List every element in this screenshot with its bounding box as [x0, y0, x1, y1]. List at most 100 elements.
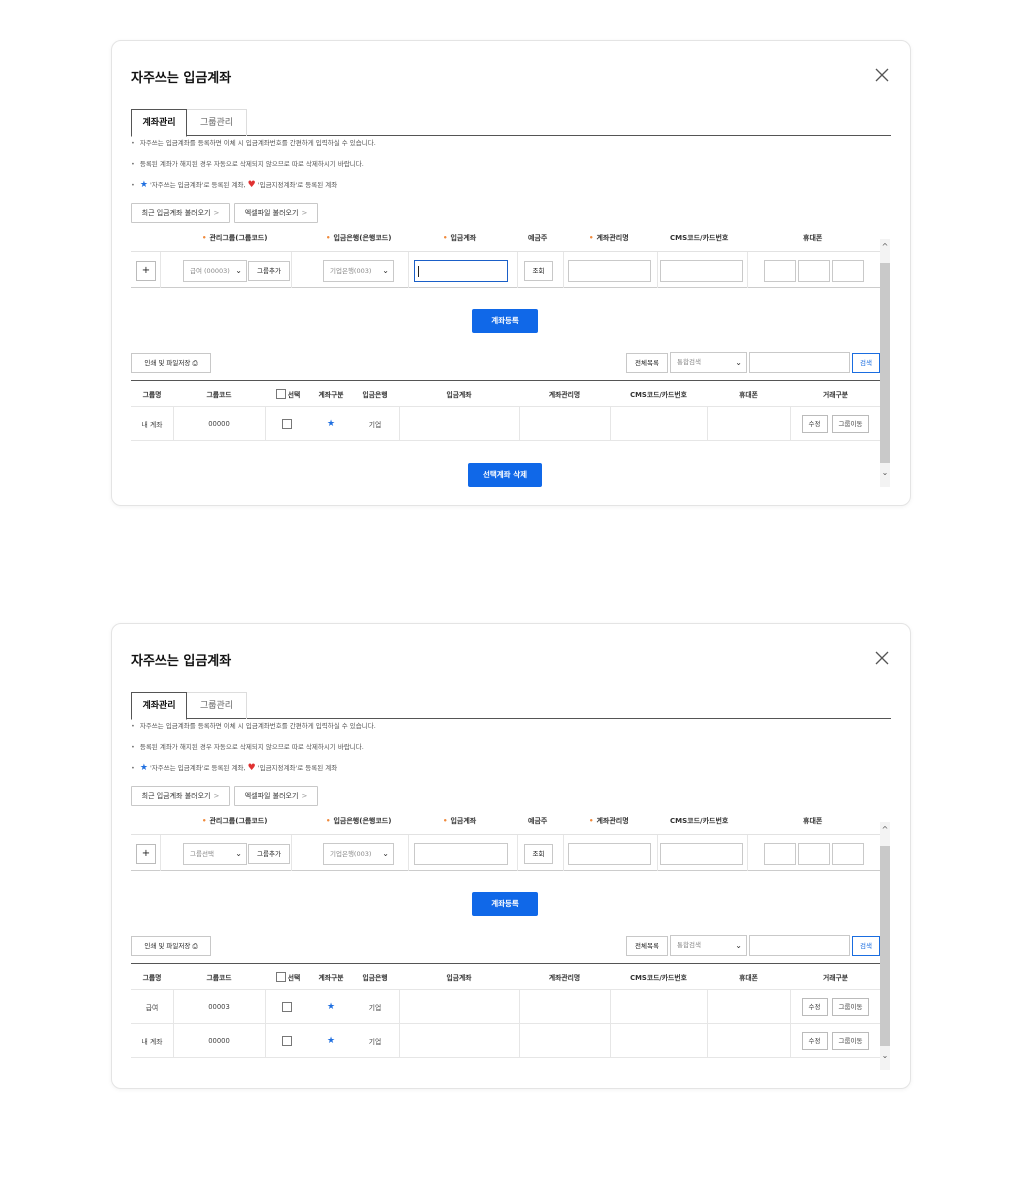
heart-icon: ♥ — [247, 763, 256, 773]
header-cms: CMS코드/카드번호 — [670, 817, 729, 825]
scroll-thumb[interactable] — [880, 846, 890, 1046]
notice-item: • ★ '자주쓰는 입금계좌'로 등록된 계좌, ♥ '입금지정계좌'로 등록된 … — [131, 180, 338, 190]
header-cms: CMS코드/카드번호 — [670, 234, 729, 242]
account-name-input[interactable] — [568, 260, 651, 282]
move-group-button[interactable]: 그룹이동 — [831, 414, 870, 433]
print-save-button[interactable]: 인쇄 및 파일저장 ⎙ — [131, 936, 211, 956]
notice-item: • 자주쓰는 입금계좌를 등록하면 이체 시 입금계좌번호를 간편하게 입력하실 … — [131, 139, 376, 147]
search-type-select[interactable]: 통합검색 ⌄ — [670, 935, 747, 956]
row-checkbox[interactable] — [282, 418, 292, 429]
register-account-button[interactable]: 계좌등록 — [472, 309, 538, 333]
col-account-name: 계좌관리명 — [548, 973, 581, 982]
col-select: 선택 — [265, 381, 311, 406]
col-account: 입금계좌 — [446, 973, 472, 982]
account-number-input[interactable] — [414, 260, 508, 282]
edit-button[interactable]: 수정 — [801, 414, 828, 433]
tab-group-management[interactable]: 그룹관리 — [187, 109, 247, 136]
load-excel-button[interactable]: 엑셀파일 불러오기 > — [234, 786, 318, 806]
add-row-button[interactable]: + — [136, 261, 156, 281]
header-group: • 관리그룹(그룹코드) — [202, 234, 268, 242]
lookup-button[interactable]: 조회 — [524, 261, 553, 281]
all-list-button[interactable]: 전체목록 — [626, 936, 668, 956]
notice-item: • 자주쓰는 입금계좌를 등록하면 이체 시 입금계좌번호를 간편하게 입력하실 … — [131, 722, 376, 730]
bank-select[interactable]: 기업은행(003) ⌄ — [323, 260, 394, 282]
close-icon[interactable] — [874, 67, 890, 83]
tab-account-management[interactable]: 계좌관리 — [131, 109, 187, 137]
tab-account-management[interactable]: 계좌관리 — [131, 692, 187, 720]
phone-input-2[interactable] — [798, 260, 830, 282]
phone-input-1[interactable] — [764, 260, 796, 282]
header-account: • 입금계좌 — [443, 817, 477, 825]
group-select[interactable]: 그룹선택 ⌄ — [183, 843, 247, 865]
phone-input-3[interactable] — [832, 843, 864, 865]
search-button[interactable]: 검색 — [852, 936, 880, 956]
star-icon: ★ — [139, 763, 148, 773]
col-group-code: 그룹코드 — [206, 973, 232, 982]
account-number-input[interactable] — [414, 843, 508, 865]
scrollbar[interactable]: ^ ⌄ — [880, 822, 890, 1070]
chevron-down-icon: ⌄ — [382, 849, 389, 858]
printer-icon: ⎙ — [192, 359, 198, 367]
row-select — [265, 407, 311, 440]
edit-button[interactable]: 수정 — [801, 997, 828, 1016]
move-group-button[interactable]: 그룹이동 — [831, 1031, 870, 1050]
chevron-down-icon: ⌄ — [735, 941, 742, 950]
search-input[interactable] — [749, 352, 850, 373]
col-group-code: 그룹코드 — [206, 390, 232, 399]
row-group-code: 00000 — [208, 419, 230, 428]
cms-code-input[interactable] — [660, 843, 743, 865]
tab-group-management[interactable]: 그룹관리 — [187, 692, 247, 719]
header-account: • 입금계좌 — [443, 234, 477, 242]
col-bank: 입금은행 — [362, 390, 388, 399]
tab-bar: 계좌관리 그룹관리 — [131, 109, 891, 137]
add-row-button[interactable]: + — [136, 844, 156, 864]
dialog-title: 자주쓰는 입금계좌 — [131, 71, 232, 86]
close-icon[interactable] — [874, 650, 890, 666]
row-actions: 수정 그룹이동 — [790, 407, 881, 440]
star-icon: ★ — [326, 1035, 336, 1046]
select-all-checkbox[interactable] — [275, 388, 286, 399]
move-group-button[interactable]: 그룹이동 — [831, 997, 870, 1016]
load-excel-button[interactable]: 엑셀파일 불러오기 > — [234, 203, 318, 223]
search-type-select[interactable]: 통합검색 ⌄ — [670, 352, 747, 373]
account-name-input[interactable] — [568, 843, 651, 865]
load-recent-accounts-button[interactable]: 최근 입금계좌 불러오기 > — [131, 786, 230, 806]
lookup-button[interactable]: 조회 — [524, 844, 553, 864]
star-icon: ★ — [139, 180, 148, 190]
delete-selected-button[interactable]: 선택계좌 삭제 — [468, 463, 542, 487]
phone-input-2[interactable] — [798, 843, 830, 865]
row-select — [265, 990, 311, 1023]
register-account-button[interactable]: 계좌등록 — [472, 892, 538, 916]
row-checkbox[interactable] — [282, 1035, 292, 1046]
search-button[interactable]: 검색 — [852, 353, 880, 373]
header-holder: 예금주 — [528, 234, 548, 242]
edit-button[interactable]: 수정 — [801, 1031, 828, 1050]
scrollbar[interactable]: ^ ⌄ — [880, 239, 890, 487]
load-recent-accounts-button[interactable]: 최근 입금계좌 불러오기 > — [131, 203, 230, 223]
account-dialog-1: 자주쓰는 입금계좌 계좌관리 그룹관리 • 자주쓰는 입금계좌를 등록하면 이체 … — [111, 40, 911, 506]
select-all-checkbox[interactable] — [275, 971, 286, 982]
cms-code-input[interactable] — [660, 260, 743, 282]
bank-select[interactable]: 기업은행(003) ⌄ — [323, 843, 394, 865]
phone-input-3[interactable] — [832, 260, 864, 282]
scroll-down-icon[interactable]: ⌄ — [880, 467, 890, 479]
print-save-button[interactable]: 인쇄 및 파일저장 ⎙ — [131, 353, 211, 373]
row-type: ★ — [311, 407, 351, 440]
search-input[interactable] — [749, 935, 850, 956]
phone-input-1[interactable] — [764, 843, 796, 865]
account-list-header: 그룹명 그룹코드 선택 계좌구분 입금은행 입금계좌 계좌관리명 CMS코드/카… — [131, 963, 881, 990]
group-select[interactable]: 급여 (00003) ⌄ — [183, 260, 247, 282]
scroll-up-icon[interactable]: ^ — [880, 824, 890, 836]
header-account-name: • 계좌관리명 — [589, 817, 629, 825]
row-checkbox[interactable] — [282, 1001, 292, 1012]
col-group-name: 그룹명 — [142, 390, 162, 399]
chevron-down-icon: ⌄ — [735, 358, 742, 367]
table-row: 내 계좌 00000 ★ 기업 수정 그룹이동 — [131, 1024, 881, 1058]
add-group-button[interactable]: 그룹추가 — [248, 844, 290, 864]
scroll-thumb[interactable] — [880, 263, 890, 463]
all-list-button[interactable]: 전체목록 — [626, 353, 668, 373]
chevron-down-icon: ⌄ — [235, 266, 242, 275]
add-group-button[interactable]: 그룹추가 — [248, 261, 290, 281]
scroll-down-icon[interactable]: ⌄ — [880, 1050, 890, 1062]
scroll-up-icon[interactable]: ^ — [880, 241, 890, 253]
